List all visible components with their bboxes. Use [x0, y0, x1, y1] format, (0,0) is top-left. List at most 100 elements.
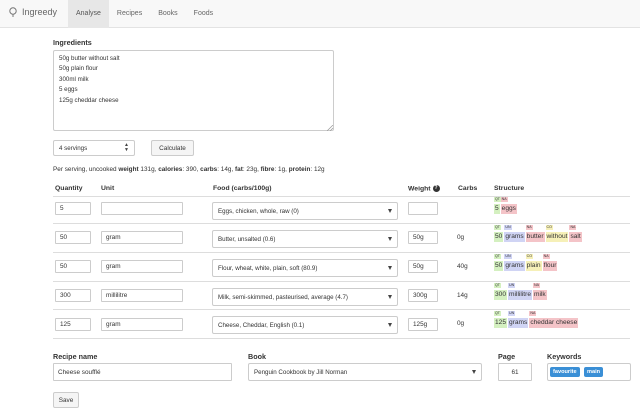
summary-value: 12g: [313, 166, 325, 173]
carbs-value: 14g: [457, 292, 468, 299]
keywords-label: Keywords: [547, 352, 582, 361]
token-word: 300: [494, 290, 508, 300]
quantity-input[interactable]: 125: [55, 318, 91, 331]
servings-select[interactable]: 4 servings ▲ ▼: [53, 140, 135, 156]
weight-input[interactable]: 50g: [408, 260, 438, 273]
keyword-tag[interactable]: favourite: [550, 367, 580, 377]
tab-recipes[interactable]: Recipes: [109, 0, 150, 28]
header-quantity: Quantity: [55, 185, 83, 192]
token-word: salt: [569, 232, 582, 242]
food-value: Flour, wheat, white, plain, soft (80.9): [218, 264, 318, 272]
structure-token: QT 300: [494, 283, 508, 300]
ingredients-label: Ingredients: [53, 38, 92, 47]
summary-label: weight: [118, 166, 139, 173]
summary-label: calories: [158, 166, 183, 173]
token-tag: NA: [529, 311, 537, 316]
token-word: grams: [508, 318, 529, 328]
token-word: milk: [533, 290, 547, 300]
token-tag: CO: [525, 254, 534, 259]
token-tag: QT: [494, 225, 501, 230]
carbs-value: 0g: [457, 234, 465, 241]
summary-label: fat: [235, 166, 243, 173]
structure-row: QT 5 NA eggs: [494, 196, 518, 214]
unit-input[interactable]: [101, 202, 183, 215]
recipe-name-input[interactable]: Cheese soufflé: [53, 363, 232, 381]
unit-input[interactable]: millilitre: [101, 289, 183, 302]
food-select[interactable]: Milk, semi-skimmed, pasteurised, average…: [212, 288, 398, 306]
save-button[interactable]: Save: [53, 392, 79, 408]
weight-input[interactable]: 50g: [408, 231, 438, 244]
token-word: cheddar cheese: [529, 318, 579, 328]
brand[interactable]: Ingreedy: [8, 7, 57, 17]
token-tag: UN: [504, 225, 512, 230]
structure-row: QT 300 UN millilitre NA milk: [494, 282, 548, 300]
page-input[interactable]: 61: [498, 363, 532, 381]
keyword-tag[interactable]: main: [584, 367, 604, 377]
chevron-down-icon: [388, 266, 392, 270]
unit-input[interactable]: gram: [101, 260, 183, 273]
food-select[interactable]: Eggs, chicken, whole, raw (0): [212, 202, 398, 220]
book-value: Penguin Cookbook by Jill Norman: [254, 368, 348, 376]
token-tag: UN: [508, 311, 516, 316]
calculate-button[interactable]: Calculate: [151, 140, 194, 156]
structure-token: QT 5: [494, 197, 501, 214]
token-word: grams: [504, 232, 525, 242]
chevron-down-icon: [472, 370, 476, 374]
table-divider: [53, 196, 630, 197]
summary-label: protein: [288, 166, 311, 173]
weight-input[interactable]: [408, 202, 438, 215]
token-word: 50: [494, 232, 504, 242]
structure-token: NA eggs: [500, 197, 517, 214]
structure-row: QT 50 UN grams NA butter CO without NA salt: [494, 224, 583, 242]
weight-input[interactable]: 125g: [408, 318, 438, 331]
structure-token: NA butter: [525, 225, 545, 242]
summary-value: 23g: [246, 166, 258, 173]
token-word: 125: [494, 318, 508, 328]
resize-grip-icon[interactable]: [327, 125, 333, 131]
structure-token: NA flour: [542, 254, 558, 271]
token-word: plain: [525, 261, 542, 271]
summary-value: 390: [185, 166, 197, 173]
tab-books[interactable]: Books: [150, 0, 185, 28]
brand-logo-icon: [9, 7, 17, 17]
food-value: Butter, unsalted (0.6): [218, 235, 276, 243]
unit-input[interactable]: gram: [101, 231, 183, 244]
structure-token: UN millilitre: [508, 283, 532, 300]
chevron-down-icon: [388, 209, 392, 213]
token-tag: QT: [494, 283, 501, 288]
chevron-down-icon: [388, 295, 392, 299]
header-weight: Weight?: [408, 185, 440, 192]
tab-foods[interactable]: Foods: [186, 0, 221, 28]
structure-row: QT 50 UN grams CO plain NA flour: [494, 253, 558, 271]
food-select[interactable]: Butter, unsalted (0.6): [212, 230, 398, 248]
quantity-input[interactable]: 50: [55, 260, 91, 273]
token-word: 5: [494, 204, 500, 214]
unit-input[interactable]: gram: [101, 318, 183, 331]
summary-prefix: Per serving, uncooked: [53, 166, 117, 173]
food-select[interactable]: Cheese, Cheddar, English (0.1): [212, 316, 398, 334]
book-label: Book: [248, 352, 266, 361]
help-icon[interactable]: ?: [432, 185, 440, 192]
book-select[interactable]: Penguin Cookbook by Jill Norman: [248, 363, 482, 381]
summary-label: carbs: [200, 166, 218, 173]
page-label: Page: [498, 352, 516, 361]
updown-icon: ▲ ▼: [124, 142, 129, 153]
structure-row: QT 125 UN grams NA cheddar cheese: [494, 310, 579, 328]
structure-token: UN grams: [508, 311, 529, 328]
structure-token: NA milk: [533, 283, 547, 300]
quantity-input[interactable]: 300: [55, 289, 91, 302]
structure-token: UN grams: [504, 225, 525, 242]
food-select[interactable]: Flour, wheat, white, plain, soft (80.9): [212, 259, 398, 277]
food-value: Milk, semi-skimmed, pasteurised, average…: [218, 293, 348, 301]
navbar: Ingreedy Analyse Recipes Books Foods: [0, 0, 640, 28]
quantity-input[interactable]: 50: [55, 231, 91, 244]
ingredients-textarea[interactable]: 50g butter without salt 50g plain flour …: [53, 50, 334, 131]
token-tag: NA: [500, 197, 508, 202]
structure-token: QT 125: [494, 311, 508, 328]
header-food: Food (carbs/100g): [213, 185, 272, 192]
tab-analyse[interactable]: Analyse: [68, 0, 109, 28]
weight-input[interactable]: 300g: [408, 289, 438, 302]
structure-token: UN grams: [504, 254, 525, 271]
structure-token: CO plain: [525, 254, 542, 271]
quantity-input[interactable]: 5: [55, 202, 91, 215]
